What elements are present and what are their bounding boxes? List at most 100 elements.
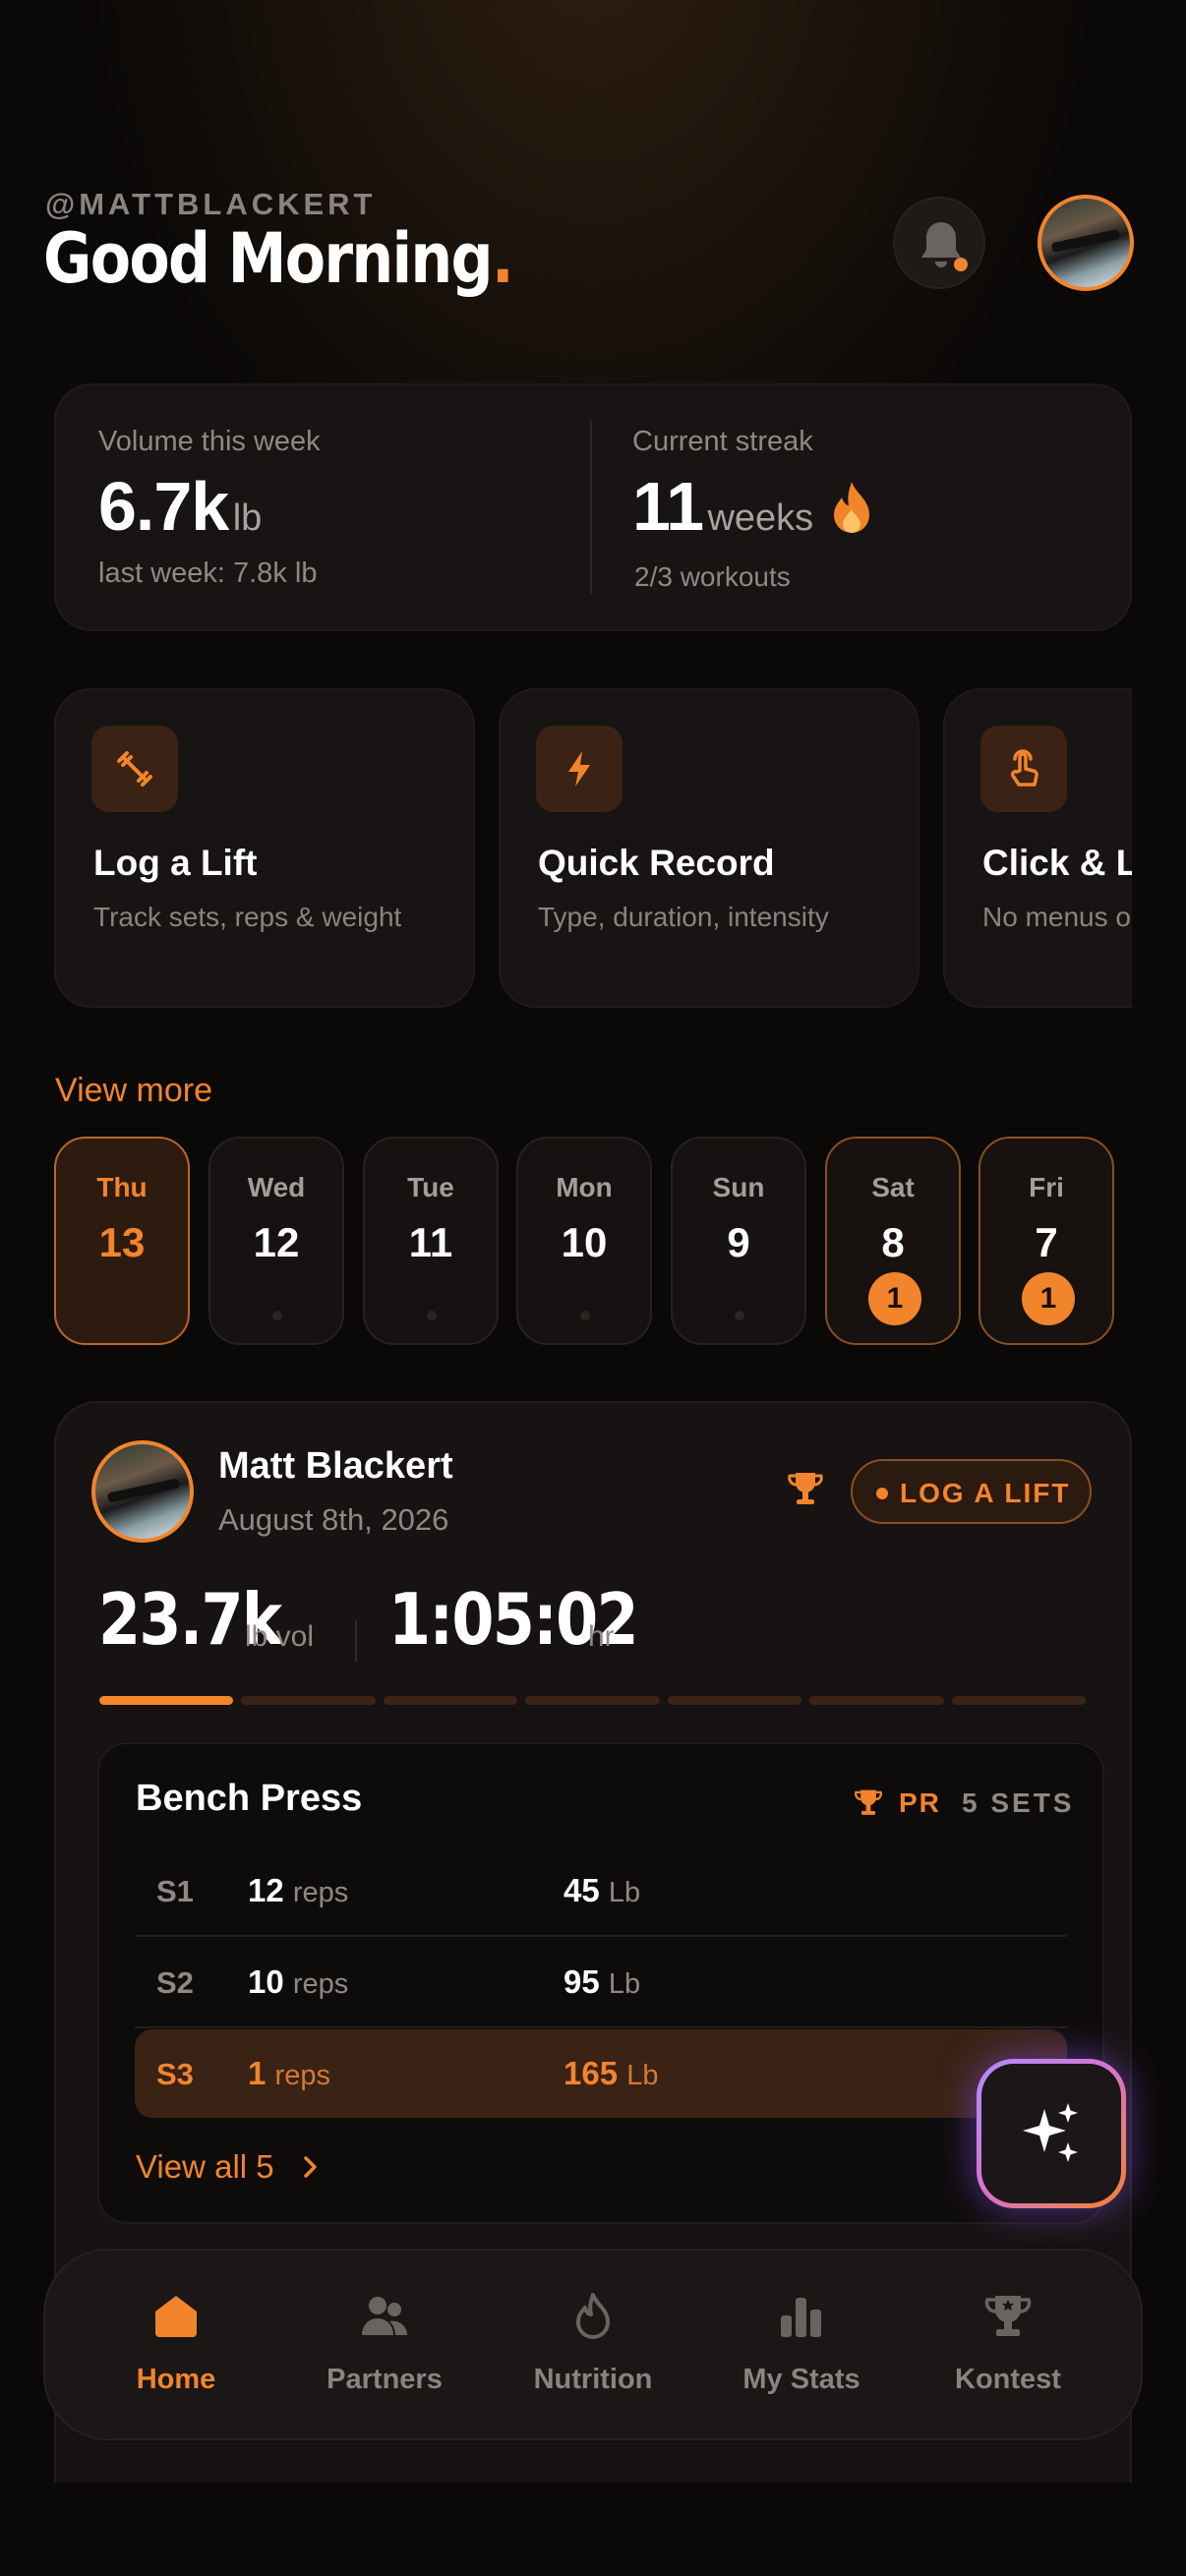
workout-volume-unit: lb vol — [245, 1620, 315, 1653]
day-pill-sun[interactable]: Sun 9 — [671, 1137, 806, 1345]
day-empty-dot — [272, 1311, 282, 1320]
stats-divider — [590, 421, 592, 594]
day-name: Tue — [407, 1172, 454, 1202]
day-pill-thu[interactable]: Thu 13 — [54, 1137, 190, 1345]
set-row[interactable]: S1 12 reps 45 Lb — [135, 1846, 1067, 1935]
action-cards-carousel[interactable]: Log a Lift Track sets, reps & weight Qui… — [54, 678, 1132, 1023]
log-pill-dot — [876, 1488, 888, 1499]
day-name: Sat — [871, 1172, 915, 1202]
workout-user-name: Matt Blackert — [218, 1445, 453, 1487]
greeting-title: Good Morning. — [43, 218, 514, 299]
day-name: Fri — [1029, 1172, 1064, 1202]
nav-nutrition[interactable]: Nutrition — [495, 2249, 691, 2440]
action-title: Quick Record — [538, 843, 775, 883]
home-icon — [155, 2296, 197, 2337]
metric-divider — [355, 1620, 357, 1662]
set-reps: 12 reps — [248, 1872, 349, 1908]
volume-value: 6.7k lb — [98, 468, 263, 545]
notifications-button[interactable] — [893, 197, 985, 289]
view-more-link[interactable]: View more — [55, 1072, 212, 1110]
progress-segment — [667, 1696, 802, 1705]
action-card-click-log[interactable]: Click & Log No menus or forms — [943, 688, 1132, 1008]
nav-label: Partners — [326, 2364, 443, 2395]
pr-label: PR — [899, 1787, 941, 1818]
progress-segment — [99, 1696, 234, 1705]
day-empty-dot — [427, 1311, 437, 1320]
set-weight: 95 Lb — [563, 1963, 641, 2000]
action-title: Log a Lift — [93, 843, 258, 883]
day-workout-badge: 1 — [1022, 1272, 1075, 1325]
exercise-name: Bench Press — [136, 1778, 363, 1819]
set-reps: 10 reps — [248, 1963, 349, 2000]
trophy-icon[interactable] — [787, 1470, 824, 1509]
workout-user-avatar — [91, 1440, 194, 1543]
log-a-lift-button[interactable]: LOG A LIFT — [851, 1459, 1092, 1524]
notification-dot — [954, 258, 968, 271]
log-pill-label: LOG A LIFT — [900, 1478, 1071, 1508]
action-icon-box — [91, 726, 178, 812]
ai-assistant-button[interactable] — [977, 2059, 1126, 2208]
set-separator — [135, 1935, 1067, 1937]
set-weight: 45 Lb — [563, 1872, 641, 1908]
progress-segment — [241, 1696, 376, 1705]
workout-date: August 8th, 2026 — [218, 1502, 449, 1537]
day-pill-fri[interactable]: Fri 7 1 — [978, 1137, 1114, 1345]
profile-avatar[interactable] — [1038, 195, 1134, 291]
set-separator — [135, 2026, 1067, 2028]
volume-last-week: last week: 7.8k lb — [98, 557, 318, 589]
action-card-quick-record[interactable]: Quick Record Type, duration, intensity — [499, 688, 919, 1008]
day-number: 9 — [727, 1219, 750, 1265]
bolt-icon — [568, 751, 590, 787]
set-row[interactable]: S2 10 reps 95 Lb — [135, 1938, 1067, 2026]
progress-segment — [951, 1696, 1086, 1705]
day-pill-wed[interactable]: Wed 12 — [208, 1137, 344, 1345]
nav-my-stats[interactable]: My Stats — [703, 2249, 900, 2440]
day-number: 13 — [98, 1219, 146, 1265]
tap-icon — [1010, 749, 1038, 787]
day-name: Wed — [247, 1172, 306, 1202]
streak-workouts: 2/3 workouts — [634, 561, 791, 592]
day-pill-tue[interactable]: Tue 11 — [363, 1137, 499, 1345]
view-all-sets-link[interactable]: View all 5 — [136, 2148, 274, 2186]
action-subtitle: No menus or forms — [982, 902, 1132, 932]
workout-duration-unit: hr — [588, 1620, 615, 1653]
progress-segment — [383, 1696, 518, 1705]
chevron-right-icon — [304, 2156, 317, 2178]
user-handle: @MATTBLACKERT — [45, 187, 377, 221]
sparkles-icon — [1023, 2103, 1078, 2162]
action-icon-box — [536, 726, 623, 812]
set-reps: 1 reps — [248, 2055, 330, 2091]
day-empty-dot — [735, 1311, 744, 1320]
nav-partners[interactable]: Partners — [286, 2249, 483, 2440]
day-pill-sat[interactable]: Sat 8 1 — [825, 1137, 961, 1345]
sets-count: 5 SETS — [962, 1787, 1075, 1818]
progress-segment — [525, 1696, 660, 1705]
nav-label: Kontest — [955, 2364, 1061, 2395]
fire-icon — [834, 482, 869, 533]
day-name: Sun — [712, 1172, 765, 1202]
action-subtitle: Track sets, reps & weight — [93, 902, 402, 932]
nav-label: Home — [136, 2364, 216, 2395]
volume-label: Volume this week — [98, 426, 321, 457]
day-name: Thu — [96, 1172, 148, 1202]
day-name: Mon — [556, 1172, 613, 1202]
set-weight: 165 Lb — [563, 2055, 659, 2091]
day-pill-mon[interactable]: Mon 10 — [516, 1137, 652, 1345]
action-title: Click & Log — [982, 843, 1132, 883]
pr-trophy-icon — [854, 1789, 883, 1815]
dumbbell-icon — [117, 751, 152, 787]
partners-icon — [362, 2297, 407, 2335]
streak-value: 11 weeks — [632, 468, 814, 545]
day-number: 10 — [561, 1219, 608, 1265]
day-number: 7 — [1035, 1219, 1058, 1265]
set-id: S3 — [156, 2057, 194, 2091]
streak-label: Current streak — [632, 426, 813, 457]
trophy-icon — [984, 2296, 1032, 2336]
nav-kontest[interactable]: Kontest — [910, 2249, 1106, 2440]
set-row-highlighted[interactable]: S3 1 reps 165 Lb — [135, 2029, 1067, 2118]
set-id: S2 — [156, 1965, 194, 2000]
stats-icon — [781, 2298, 821, 2337]
progress-segment — [809, 1696, 944, 1705]
action-card-log-lift[interactable]: Log a Lift Track sets, reps & weight — [54, 688, 475, 1008]
nav-home[interactable]: Home — [78, 2249, 274, 2440]
